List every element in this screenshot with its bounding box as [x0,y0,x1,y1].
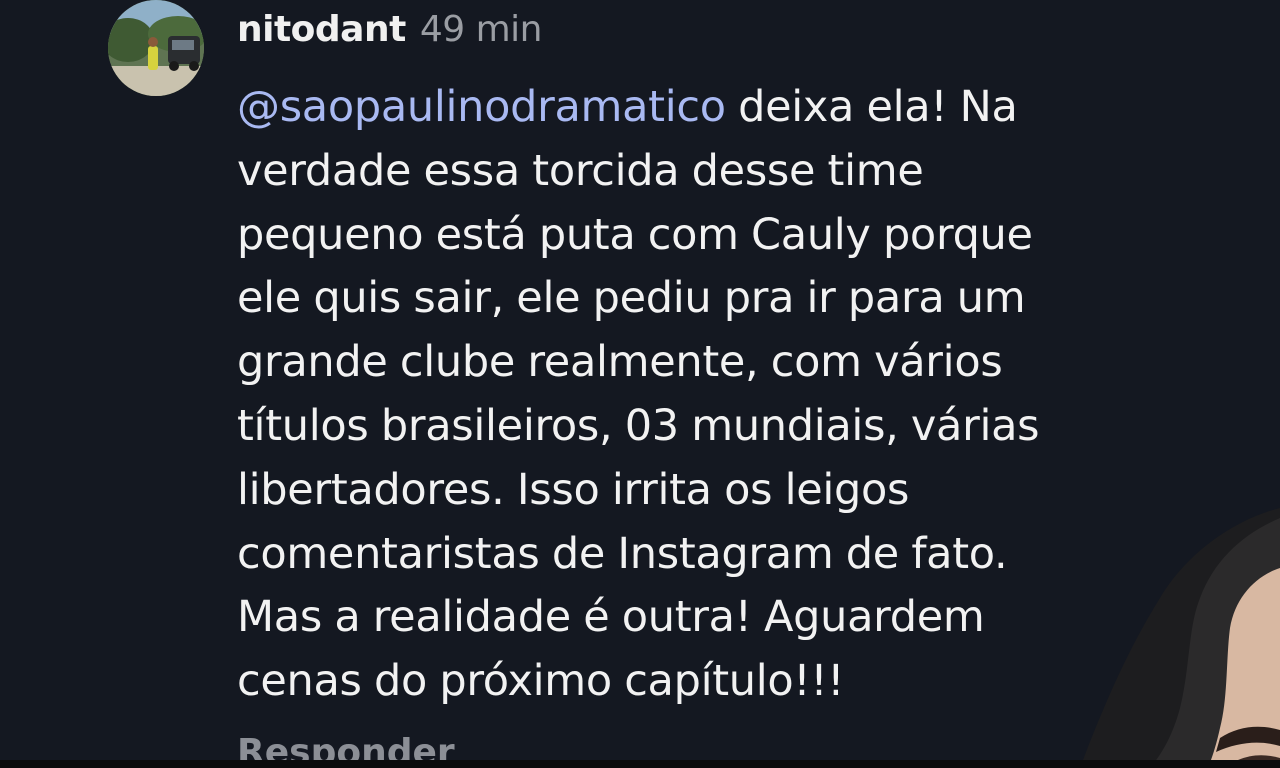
face-overlay-image [1040,488,1280,768]
comment-line-text: deixa ela! Na [725,82,1018,132]
comment-line: grande clube realmente, com vários [237,337,1003,388]
comment-line: verdade essa torcida desse time [237,145,924,196]
mention-link[interactable]: @saopaulinodramatico [237,82,726,132]
comment-line: títulos brasileiros, 03 mundiais, várias [237,400,1040,451]
comment-line: ele quis sair, ele pediu pra ir para um [237,273,1026,324]
comment-line: @saopaulinodramatico deixa ela! Na [237,76,1237,140]
username-link[interactable]: nitodant [237,9,406,50]
avatar-photo [108,0,204,96]
avatar[interactable] [108,0,204,96]
comment-timestamp: 49 min [419,8,543,50]
comment-header: nitodant 49 min [237,4,542,54]
bottom-bar [0,760,1280,768]
comment-line: pequeno está puta com Cauly porque [237,209,1033,260]
